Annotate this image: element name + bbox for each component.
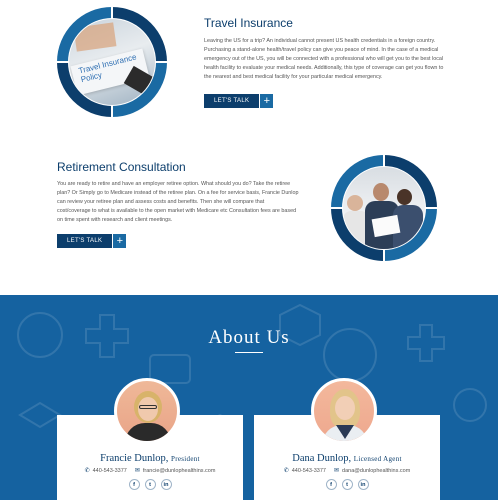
mail-icon: ✉ — [134, 468, 140, 474]
contact-dana: ✆ 440-543-3377 ✉ dana@dunlophealthins.com — [254, 467, 440, 474]
phone-icon: ✆ — [283, 468, 289, 474]
plus-icon: + — [112, 234, 127, 248]
retirement-ring-graphic — [330, 154, 438, 262]
phone-contact[interactable]: ✆ 440-543-3377 — [85, 467, 127, 474]
about-us-section: About Us Francie Dunlop, President ✆ 440-… — [0, 295, 498, 500]
mail-icon: ✉ — [333, 468, 340, 474]
name-text: Dana Dunlop, — [292, 453, 352, 464]
about-title: About Us — [208, 327, 290, 348]
twitter-icon[interactable]: t — [341, 479, 353, 490]
role-text: President — [171, 455, 200, 463]
travel-body: Leaving the US for a trip? An individual… — [204, 38, 444, 80]
linkedin-icon[interactable]: in — [357, 479, 369, 490]
email-contact[interactable]: ✉ francie@dunlophealthins.com — [135, 467, 216, 474]
travel-title: Travel Insurance — [204, 16, 293, 30]
consultation-photo — [343, 167, 425, 249]
linkedin-icon[interactable]: in — [160, 479, 172, 490]
twitter-icon[interactable]: t — [144, 479, 156, 490]
phone-icon: ✆ — [84, 468, 90, 474]
phone-text: 440-543-3377 — [92, 468, 127, 474]
travel-policy-photo: Travel Insurance Policy — [69, 19, 155, 105]
facebook-icon[interactable]: f — [128, 479, 140, 490]
travel-ring-graphic: Travel Insurance Policy — [56, 6, 168, 118]
social-links-francie: f t in — [57, 479, 243, 490]
plus-icon: + — [259, 94, 274, 108]
travel-lets-talk-button[interactable]: LET'S TALK + — [204, 94, 274, 108]
lets-talk-label: LET'S TALK — [204, 94, 260, 108]
retirement-lets-talk-button[interactable]: LET'S TALK + — [57, 234, 127, 248]
phone-contact[interactable]: ✆ 440-543-3377 — [284, 467, 326, 474]
title-divider — [235, 352, 263, 353]
social-links-dana: f t in — [254, 479, 440, 490]
retirement-body: You are ready to retire and have an empl… — [57, 181, 299, 223]
role-text: Licensed Agent — [353, 455, 402, 463]
team-name-francie: Francie Dunlop, President — [57, 453, 243, 464]
email-text: francie@dunlophealthins.com — [142, 468, 216, 474]
email-contact[interactable]: ✉ dana@dunlophealthins.com — [334, 467, 410, 474]
retirement-title: Retirement Consultation — [57, 160, 186, 174]
travel-insurance-section: Travel Insurance Policy Travel Insurance… — [0, 0, 498, 150]
phone-text: 440-543-3377 — [291, 468, 326, 474]
lets-talk-label: LET'S TALK — [57, 234, 113, 248]
avatar-dana — [311, 378, 377, 444]
team-name-dana: Dana Dunlop, Licensed Agent — [254, 453, 440, 464]
retirement-consultation-section: Retirement Consultation You are ready to… — [0, 150, 498, 295]
avatar-francie — [114, 378, 180, 444]
contact-francie: ✆ 440-543-3377 ✉ francie@dunlophealthins.c… — [57, 467, 243, 474]
email-text: dana@dunlophealthins.com — [342, 468, 411, 474]
facebook-icon[interactable]: f — [325, 479, 337, 490]
name-text: Francie Dunlop, — [100, 453, 169, 464]
